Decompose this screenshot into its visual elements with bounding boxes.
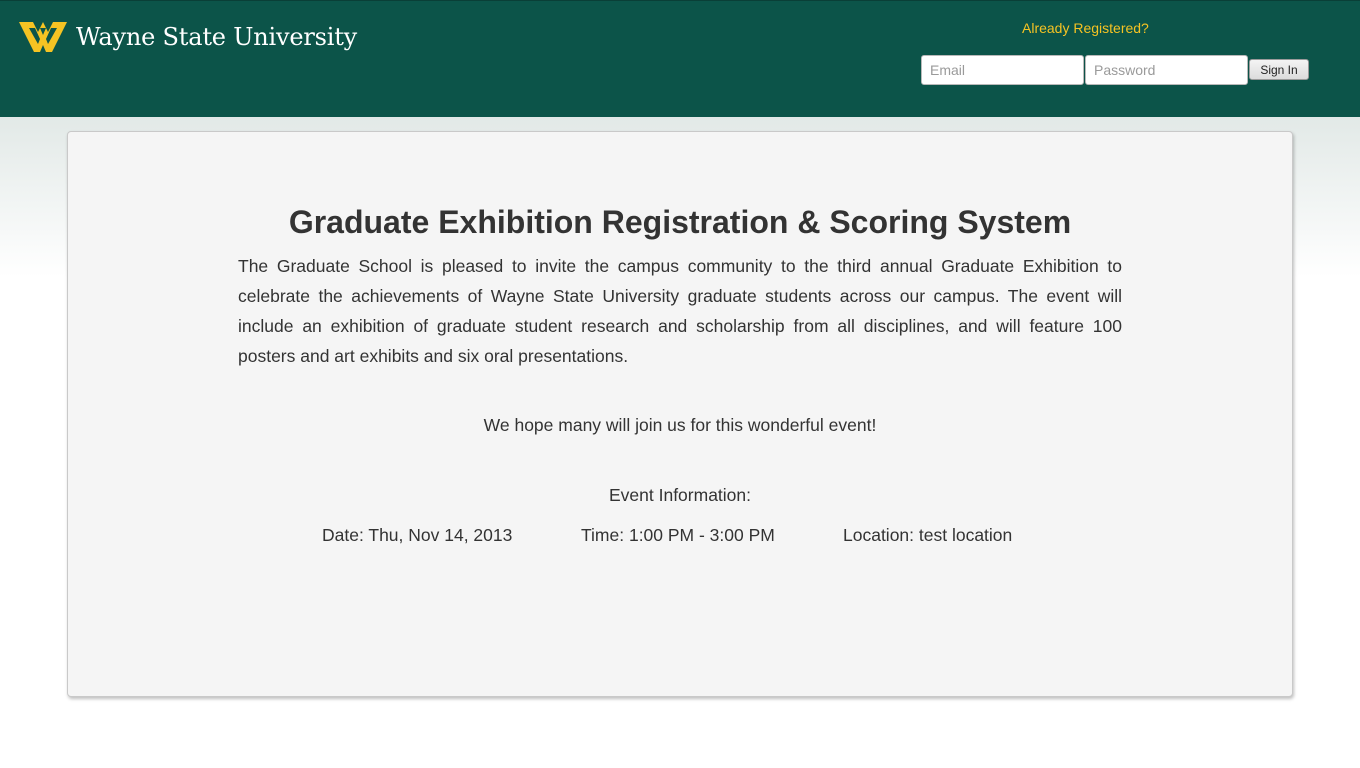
password-field[interactable] [1085, 55, 1248, 85]
event-date: Date: Thu, Nov 14, 2013 [322, 525, 513, 545]
event-time: Time: 1:00 PM - 3:00 PM [581, 525, 775, 545]
sign-in-button[interactable]: Sign In [1249, 59, 1309, 80]
event-info-heading: Event Information: [608, 485, 752, 505]
site-header: Wayne State University Already Registere… [0, 0, 1360, 117]
intro-paragraph: The Graduate School is pleased to invite… [238, 256, 1122, 366]
invitation-text: We hope many will join us for this wonde… [483, 415, 877, 435]
already-registered-label: Already Registered? [1022, 20, 1149, 36]
university-name: Wayne State University [76, 23, 357, 51]
page-title: Graduate Exhibition Registration & Scori… [288, 204, 1072, 240]
email-field[interactable] [921, 55, 1084, 85]
content-panel: Graduate Exhibition Registration & Scori… [67, 131, 1293, 697]
university-logo[interactable]: Wayne State University [18, 19, 357, 55]
wsu-w-logo-icon [18, 20, 68, 54]
event-location: Location: test location [843, 525, 1013, 545]
